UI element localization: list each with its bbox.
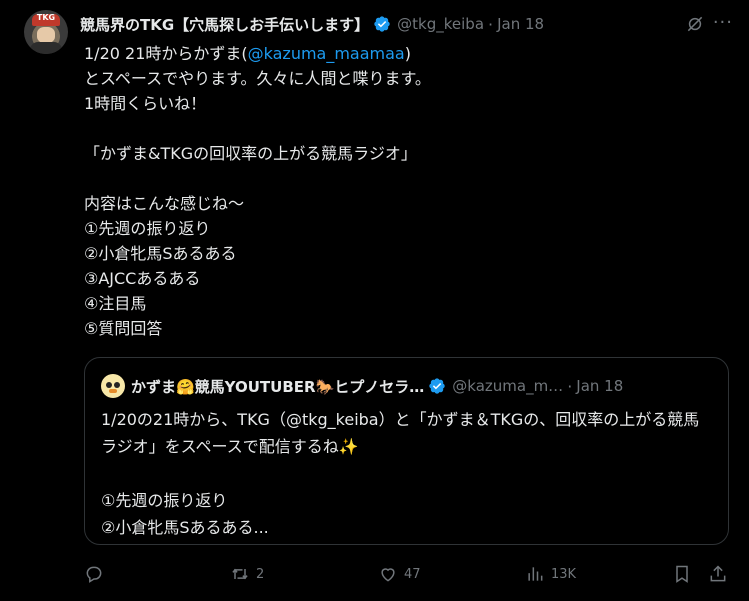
quoted-author-name[interactable]: かずま🤗競馬YOUTUBER🐎ヒプノセラ… xyxy=(131,376,424,397)
author-handle[interactable]: @tkg_keiba xyxy=(397,15,484,33)
separator-dot: · xyxy=(488,14,494,34)
views-count: 13K xyxy=(551,566,577,582)
quoted-tweet-header: かずま🤗競馬YOUTUBER🐎ヒプノセラ… @kazuma_m… · Jan 1… xyxy=(101,374,714,398)
bookmark-button[interactable] xyxy=(672,564,692,584)
tweet-text: 1/20 21時からかずま(@kazuma_maamaa) とスペースでやります… xyxy=(84,44,431,338)
share-button[interactable] xyxy=(708,564,728,584)
retweet-count: 2 xyxy=(256,566,265,582)
retweet-button[interactable]: 2 xyxy=(230,564,264,584)
verified-badge-icon[interactable] xyxy=(373,15,391,33)
verified-badge-icon[interactable] xyxy=(428,377,446,395)
tweet-actions: 2 47 13K xyxy=(84,564,734,588)
mention-link[interactable]: @kazuma_maamaa xyxy=(248,44,405,63)
quoted-tweet-date[interactable]: Jan 18 xyxy=(576,377,623,395)
views-icon xyxy=(528,567,543,581)
author-name[interactable]: 競馬界のTKG【穴馬探しお手伝いします】 xyxy=(80,14,369,35)
reply-icon xyxy=(86,566,102,583)
heart-icon xyxy=(381,568,395,582)
bookmark-icon xyxy=(676,565,688,583)
like-button[interactable]: 47 xyxy=(378,564,421,584)
share-icon xyxy=(710,565,726,582)
views-button[interactable]: 13K xyxy=(525,564,576,584)
separator-dot: · xyxy=(567,376,573,396)
avatar-cap-text: TKG xyxy=(36,13,56,22)
quoted-author-handle[interactable]: @kazuma_m… xyxy=(452,377,563,395)
tweet-date[interactable]: Jan 18 xyxy=(497,15,544,33)
retweet-icon xyxy=(232,568,248,580)
reply-button[interactable] xyxy=(84,564,110,584)
quoted-tweet[interactable]: かずま🤗競馬YOUTUBER🐎ヒプノセラ… @kazuma_m… · Jan 1… xyxy=(84,357,729,545)
quoted-author-avatar[interactable] xyxy=(101,374,125,398)
author-avatar[interactable]: TKG xyxy=(24,10,68,54)
more-icon[interactable]: ··· xyxy=(713,12,733,33)
quoted-tweet-text: 1/20の21時から、TKG（@tkg_keiba）と「かずま＆TKGの、回収率… xyxy=(101,410,700,537)
like-count: 47 xyxy=(404,566,421,582)
tweet-header: 競馬界のTKG【穴馬探しお手伝いします】 @tkg_keiba · Jan 18 xyxy=(80,12,729,36)
grok-icon[interactable] xyxy=(685,14,705,34)
